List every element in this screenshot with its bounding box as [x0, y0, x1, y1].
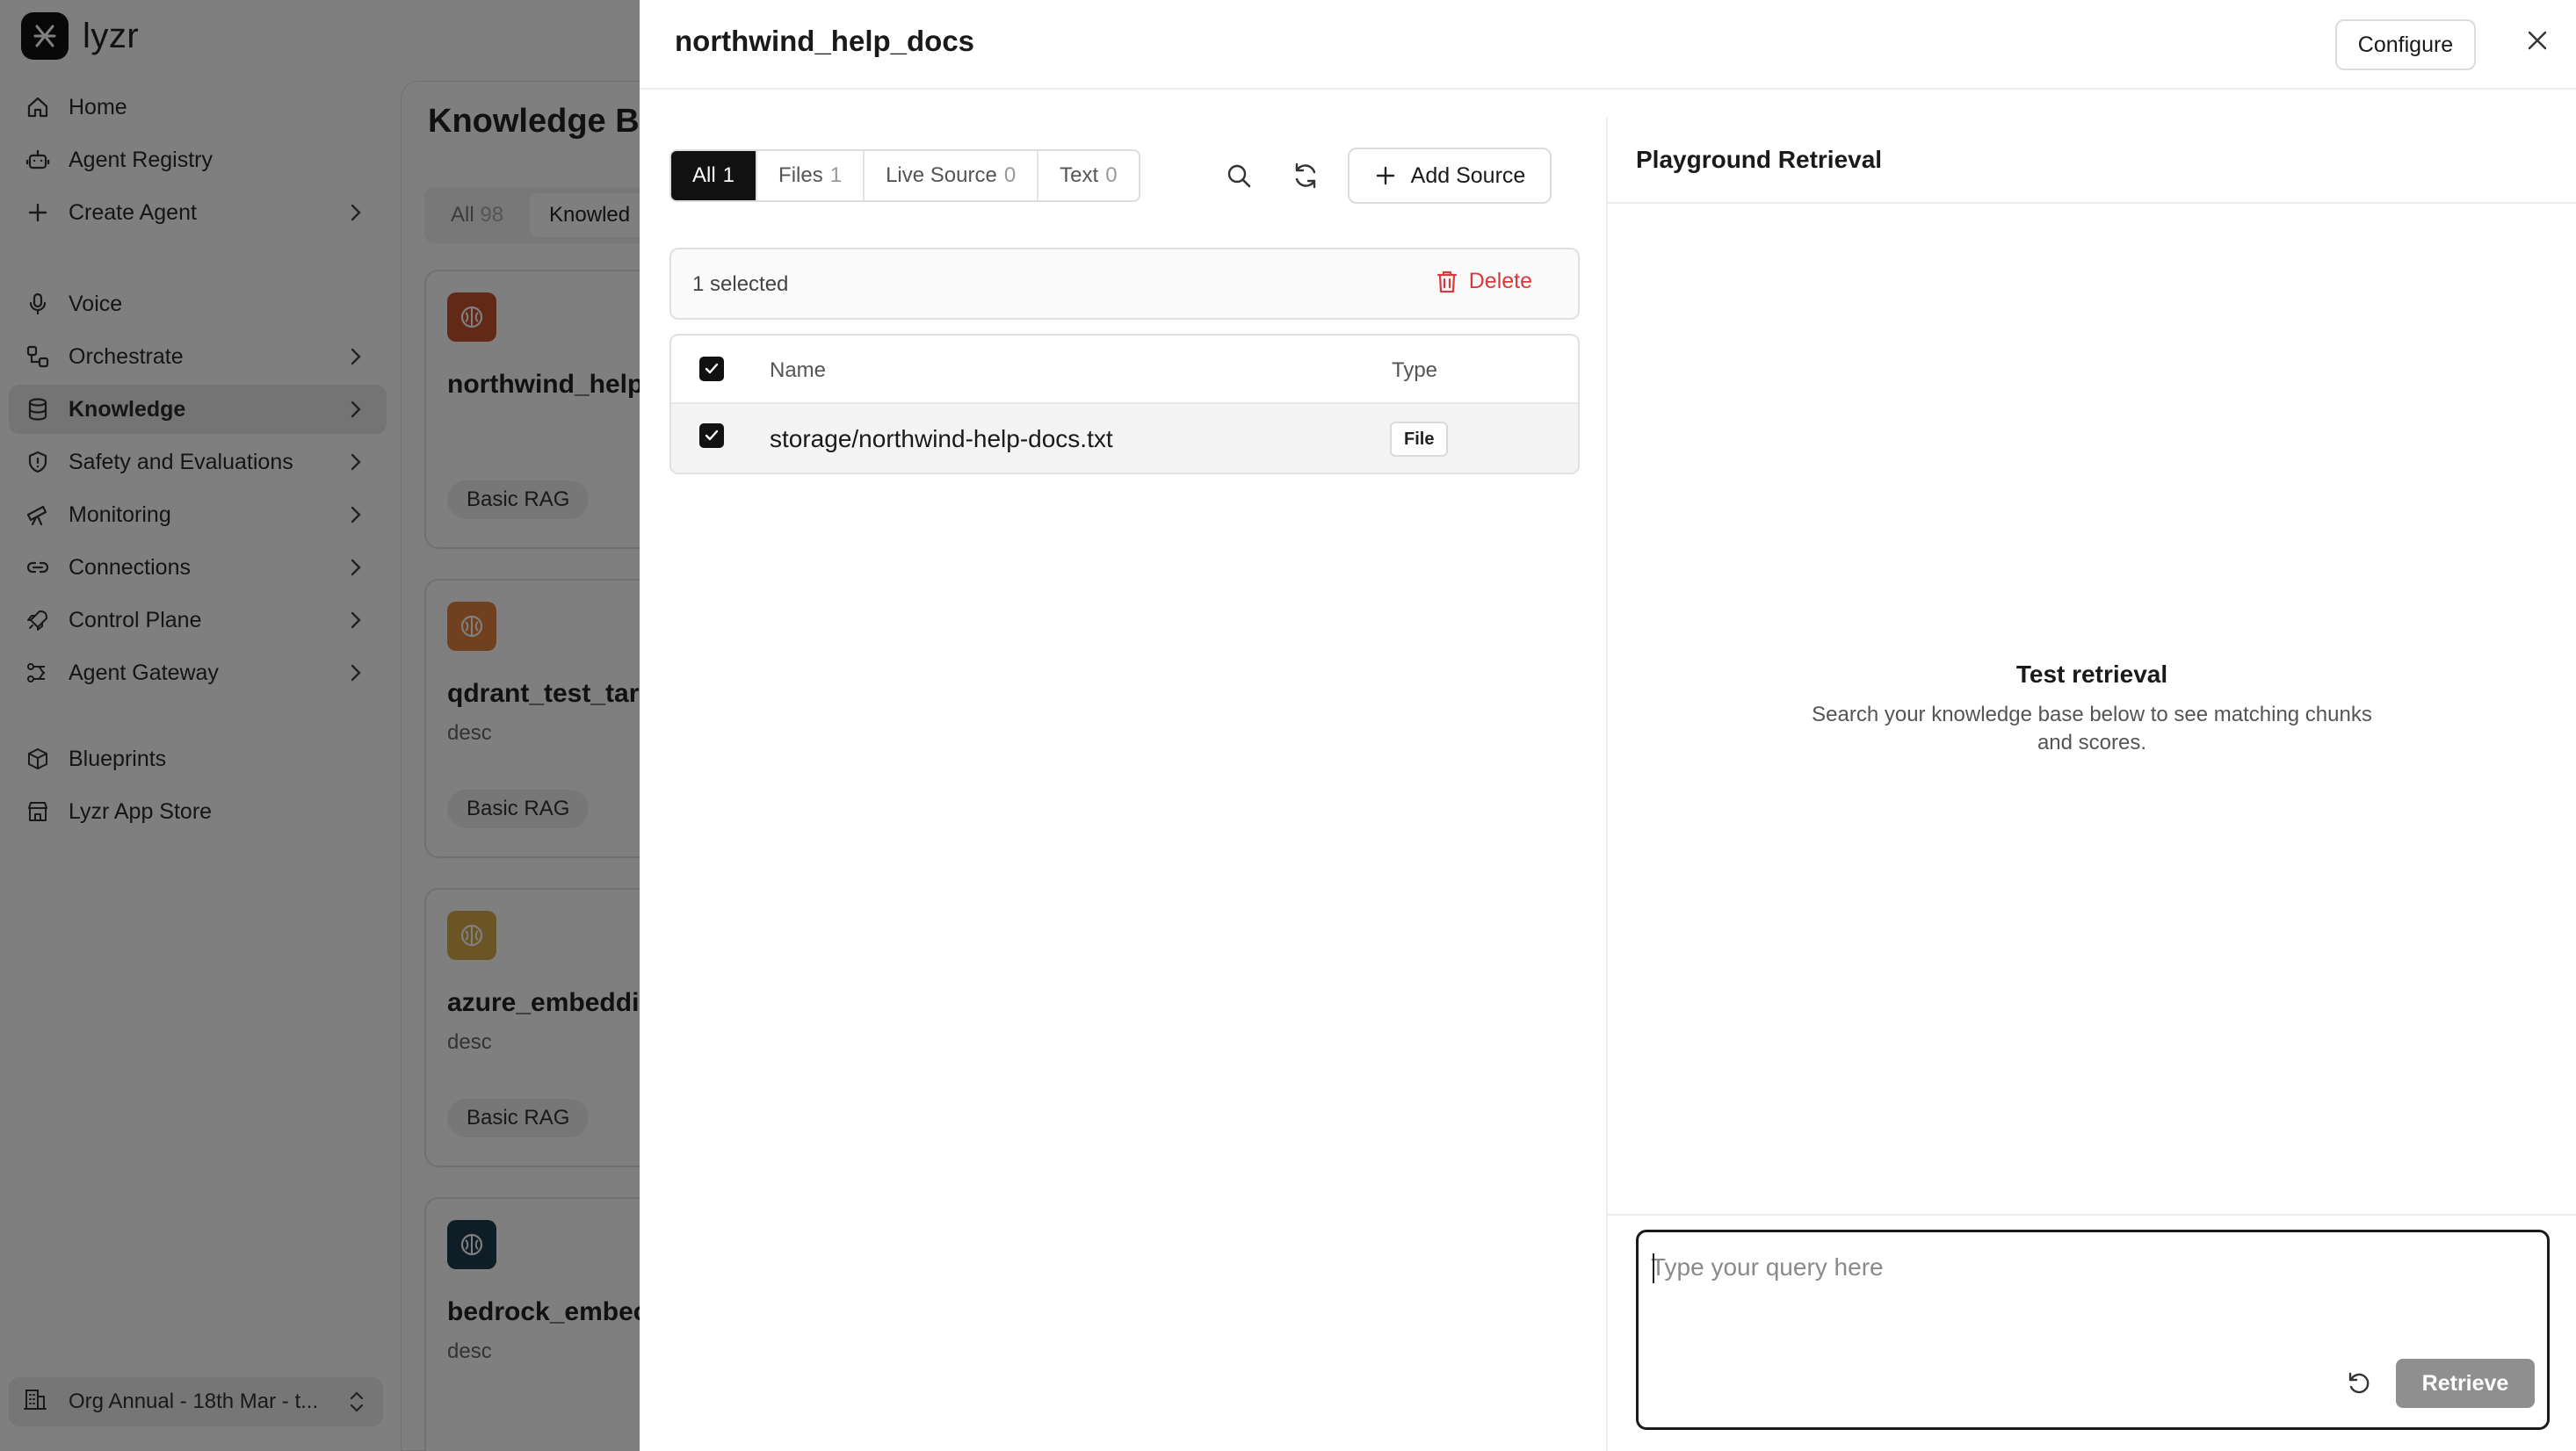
tab-count: 1	[722, 163, 735, 187]
tab-text[interactable]: Text 0	[1038, 151, 1138, 200]
selection-bar: 1 selected Delete	[669, 248, 1580, 320]
refresh-icon[interactable]	[1284, 155, 1327, 197]
reset-icon[interactable]	[2338, 1362, 2380, 1404]
tab-label: Live Source	[886, 163, 997, 187]
row-checkbox[interactable]	[699, 423, 724, 448]
selection-count: 1 selected	[692, 272, 789, 296]
tab-count: 0	[1003, 163, 1017, 187]
tab-label: Text	[1060, 163, 1099, 187]
source-name: storage/northwind-help-docs.txt	[770, 425, 1113, 452]
retrieve-button[interactable]: Retrieve	[2396, 1359, 2535, 1408]
empty-state-subtitle: Search your knowledge base below to see …	[1812, 703, 2372, 754]
source-type-badge: File	[1390, 422, 1449, 457]
delete-button[interactable]: Delete	[1436, 269, 1532, 294]
search-icon[interactable]	[1218, 155, 1260, 197]
trash-icon	[1436, 270, 1458, 294]
source-filter-tabs: All 1 Files 1 Live Source 0 Text 0	[669, 149, 1140, 202]
divider	[1608, 202, 2576, 204]
knowledge-base-drawer: northwind_help_docs Configure All 1 Files…	[640, 0, 2576, 1451]
empty-state-title: Test retrieval	[2015, 661, 2168, 688]
text-caret	[1653, 1253, 1654, 1283]
panel-divider	[1606, 118, 1608, 1451]
tab-count: 0	[1105, 163, 1118, 187]
add-source-label: Add Source	[1410, 162, 1526, 188]
tab-files[interactable]: Files 1	[757, 151, 865, 200]
drawer-title: northwind_help_docs	[675, 25, 975, 57]
column-header-name: Name	[770, 358, 827, 382]
tab-label: All	[692, 163, 716, 187]
tab-count: 1	[829, 163, 843, 187]
close-icon[interactable]	[2522, 25, 2553, 56]
playground-title: Playground Retrieval	[1636, 146, 1883, 173]
query-input[interactable]	[1651, 1248, 2442, 1287]
table-header: Name Type	[671, 336, 1578, 404]
divider	[1608, 1214, 2576, 1216]
select-all-checkbox[interactable]	[699, 357, 724, 381]
modal-backdrop[interactable]	[0, 0, 640, 1451]
tab-live-source[interactable]: Live Source 0	[865, 151, 1039, 200]
tab-all[interactable]: All 1	[671, 151, 758, 200]
plus-icon	[1374, 164, 1397, 187]
drawer-header: northwind_help_docs Configure	[640, 0, 2576, 90]
configure-button[interactable]: Configure	[2335, 19, 2476, 70]
table-row[interactable]: storage/northwind-help-docs.txt File	[671, 404, 1578, 473]
delete-label: Delete	[1468, 269, 1532, 293]
column-header-type: Type	[1392, 358, 1438, 382]
sources-table: Name Type storage/northwind-help-docs.tx…	[669, 334, 1580, 474]
query-box: Retrieve	[1636, 1230, 2550, 1430]
tab-label: Files	[778, 163, 823, 187]
add-source-button[interactable]: Add Source	[1348, 148, 1552, 204]
